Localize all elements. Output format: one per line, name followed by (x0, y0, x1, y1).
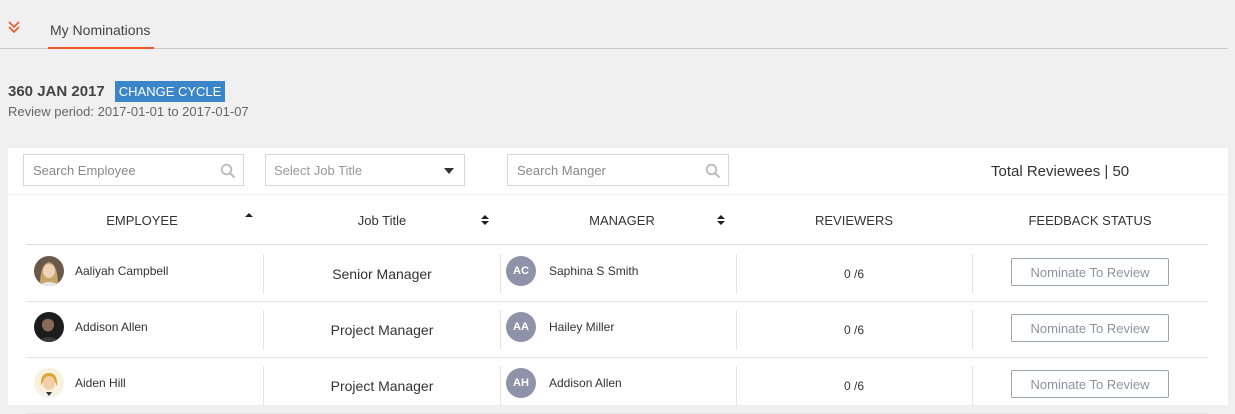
table-row: Addison Allen Project Manager AA Hailey … (26, 301, 1208, 358)
double-chevron-down-icon[interactable] (7, 20, 23, 36)
manager-avatar: AC (506, 256, 536, 286)
job-title-select[interactable]: Select Job Title (265, 154, 465, 186)
tabs-bar: My Nominations (0, 0, 1228, 49)
change-cycle-button[interactable]: CHANGE CYCLE (114, 80, 226, 102)
search-icon[interactable] (705, 163, 721, 179)
nominate-to-review-button[interactable]: Nominate To Review (1011, 370, 1169, 398)
job-title: Senior Manager (332, 266, 432, 282)
reviewers-count: 0 /6 (843, 323, 864, 337)
employee-avatar (34, 368, 64, 398)
search-manager-input[interactable] (508, 155, 728, 185)
manager-avatar: AA (506, 312, 536, 342)
divider (500, 254, 501, 294)
total-reviewees: Total Reviewees | 50 (991, 163, 1130, 180)
divider (500, 366, 501, 406)
employee-name[interactable]: Addison Allen (75, 320, 148, 334)
col-reviewers: REVIEWERS (814, 213, 893, 228)
tab-my-nominations[interactable]: My Nominations (48, 22, 155, 49)
divider (263, 310, 264, 350)
job-title-select-value: Select Job Title (274, 163, 363, 178)
search-employee-box (23, 154, 244, 186)
caret-down-icon (444, 168, 454, 174)
manager-name: Addison Allen (549, 376, 622, 390)
job-title: Project Manager (330, 378, 434, 394)
reviewers-count: 0 /6 (843, 267, 864, 281)
nominate-to-review-button[interactable]: Nominate To Review (1011, 314, 1169, 342)
cycle-header: 360 JAN 2017 CHANGE CYCLE (8, 80, 226, 102)
divider (736, 254, 737, 294)
search-employee-input[interactable] (24, 155, 243, 185)
divider (972, 310, 973, 350)
manager-name: Hailey Miller (549, 320, 615, 334)
nominations-panel: Select Job Title Total Reviewees | 50 EM… (8, 148, 1228, 414)
col-manager[interactable]: MANAGER (506, 213, 738, 228)
search-icon[interactable] (220, 163, 236, 179)
reviewers-count: 0 /6 (843, 379, 864, 393)
filter-bar: Select Job Title Total Reviewees | 50 (8, 148, 1228, 195)
sort-icon[interactable] (717, 214, 725, 226)
review-period: Review period: 2017-01-01 to 2017-01-07 (8, 104, 249, 119)
table-row: Aiden Hill Project Manager AH Addison Al… (26, 357, 1208, 414)
table-header: EMPLOYEE Job Title MANAGER REVIEWERS FEE… (26, 208, 1208, 245)
divider (500, 310, 501, 350)
employee-name[interactable]: Aaliyah Campbell (75, 264, 168, 278)
divider (736, 310, 737, 350)
manager-avatar: AH (506, 368, 536, 398)
divider (736, 366, 737, 406)
divider (972, 366, 973, 406)
cycle-name: 360 JAN 2017 (8, 82, 105, 100)
col-job-title[interactable]: Job Title (266, 213, 498, 228)
manager-name: Saphina S Smith (549, 264, 639, 278)
sort-icon[interactable] (481, 214, 489, 226)
sort-asc-icon[interactable] (245, 212, 253, 224)
divider (263, 366, 264, 406)
nominate-to-review-button[interactable]: Nominate To Review (1011, 258, 1169, 286)
search-manager-box (507, 154, 729, 186)
divider (263, 254, 264, 294)
table-row: Aaliyah Campbell Senior Manager AC Saphi… (26, 245, 1208, 302)
employee-name[interactable]: Aiden Hill (75, 376, 126, 390)
col-feedback-status: FEEDBACK STATUS (1028, 213, 1152, 228)
employee-avatar (34, 256, 64, 286)
col-employee[interactable]: EMPLOYEE (26, 213, 258, 228)
employee-avatar (34, 312, 64, 342)
divider (972, 254, 973, 294)
job-title: Project Manager (330, 322, 434, 338)
